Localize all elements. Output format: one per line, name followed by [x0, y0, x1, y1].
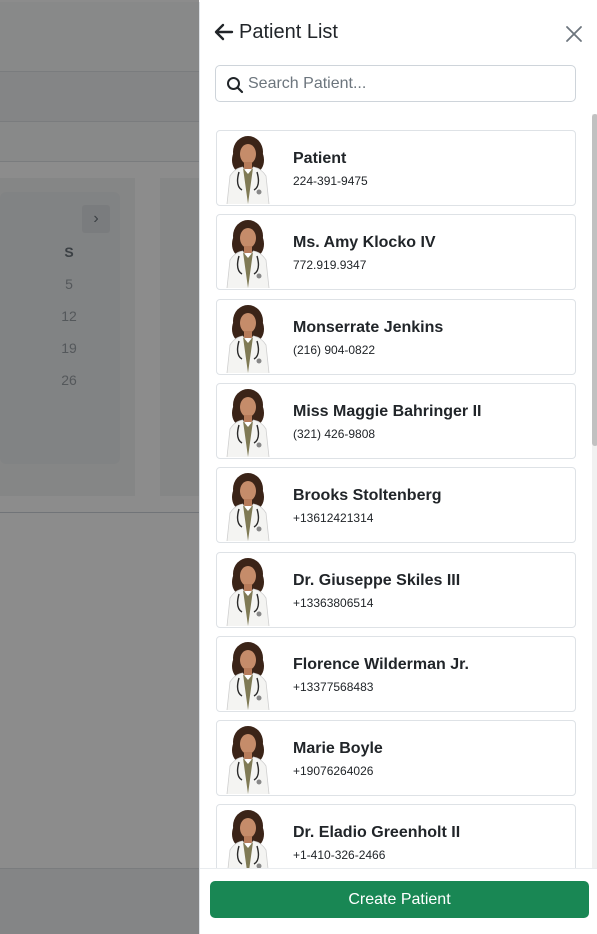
modal-backdrop[interactable]	[0, 0, 199, 934]
patient-card[interactable]: Marie Boyle +19076264026	[216, 720, 576, 796]
patient-card[interactable]: Ms. Amy Klocko IV 772.919.9347	[216, 214, 576, 290]
patient-phone: +13363806514	[293, 596, 374, 610]
scrollbar-thumb[interactable]	[592, 114, 597, 446]
patient-name: Dr. Giuseppe Skiles III	[293, 572, 461, 589]
drawer-title: Patient List	[239, 21, 338, 43]
patient-phone: (216) 904-0822	[293, 343, 376, 357]
patient-name: Dr. Eladio Greenholt II	[293, 824, 461, 841]
doctor-avatar	[221, 808, 277, 870]
search-box	[215, 65, 576, 102]
patient-phone: +13377568483	[293, 680, 374, 694]
close-icon[interactable]	[564, 24, 584, 44]
create-patient-button[interactable]: Create Patient	[210, 881, 589, 918]
search-icon	[227, 77, 244, 94]
doctor-avatar	[221, 556, 277, 626]
patient-phone: +19076264026	[293, 764, 374, 778]
doctor-avatar	[221, 218, 277, 288]
drawer-footer: Create Patient	[200, 868, 597, 934]
arrow-left-icon[interactable]	[214, 22, 234, 42]
drawer-header: Patient List	[200, 2, 597, 62]
patient-phone: 224-391-9475	[293, 174, 368, 188]
doctor-avatar	[221, 640, 277, 710]
patient-name: Marie Boyle	[293, 740, 383, 757]
patient-name: Florence Wilderman Jr.	[293, 656, 469, 673]
patient-card[interactable]: Florence Wilderman Jr. +13377568483	[216, 636, 576, 712]
patient-card[interactable]: Dr. Giuseppe Skiles III +13363806514	[216, 552, 576, 628]
patient-card[interactable]: Dr. Eladio Greenholt II +1-410-326-2466	[216, 804, 576, 870]
patient-card[interactable]: Brooks Stoltenberg +13612421314	[216, 467, 576, 543]
doctor-avatar	[221, 387, 277, 457]
doctor-avatar	[221, 134, 277, 204]
patient-card[interactable]: Miss Maggie Bahringer II (321) 426-9808	[216, 383, 576, 459]
patient-card[interactable]: Monserrate Jenkins (216) 904-0822	[216, 299, 576, 375]
patient-name: Miss Maggie Bahringer II	[293, 403, 482, 420]
patient-name: Ms. Amy Klocko IV	[293, 234, 436, 251]
patient-phone: 772.919.9347	[293, 258, 367, 272]
patient-phone: +13612421314	[293, 511, 374, 525]
doctor-avatar	[221, 724, 277, 794]
search-input[interactable]	[248, 66, 568, 101]
doctor-avatar	[221, 471, 277, 541]
patient-list[interactable]: Patient 224-391-9475 Ms. Amy Klocko IV 772…	[200, 114, 597, 870]
patient-phone: +1-410-326-2466	[293, 848, 386, 862]
patient-card[interactable]: Patient 224-391-9475	[216, 130, 576, 206]
doctor-avatar	[221, 303, 277, 373]
patient-name: Brooks Stoltenberg	[293, 487, 442, 504]
patient-name: Monserrate Jenkins	[293, 319, 444, 336]
patient-phone: (321) 426-9808	[293, 427, 376, 441]
patient-name: Patient	[293, 150, 347, 167]
patient-list-drawer: Patient List Patient 224-391-9475	[199, 2, 597, 934]
